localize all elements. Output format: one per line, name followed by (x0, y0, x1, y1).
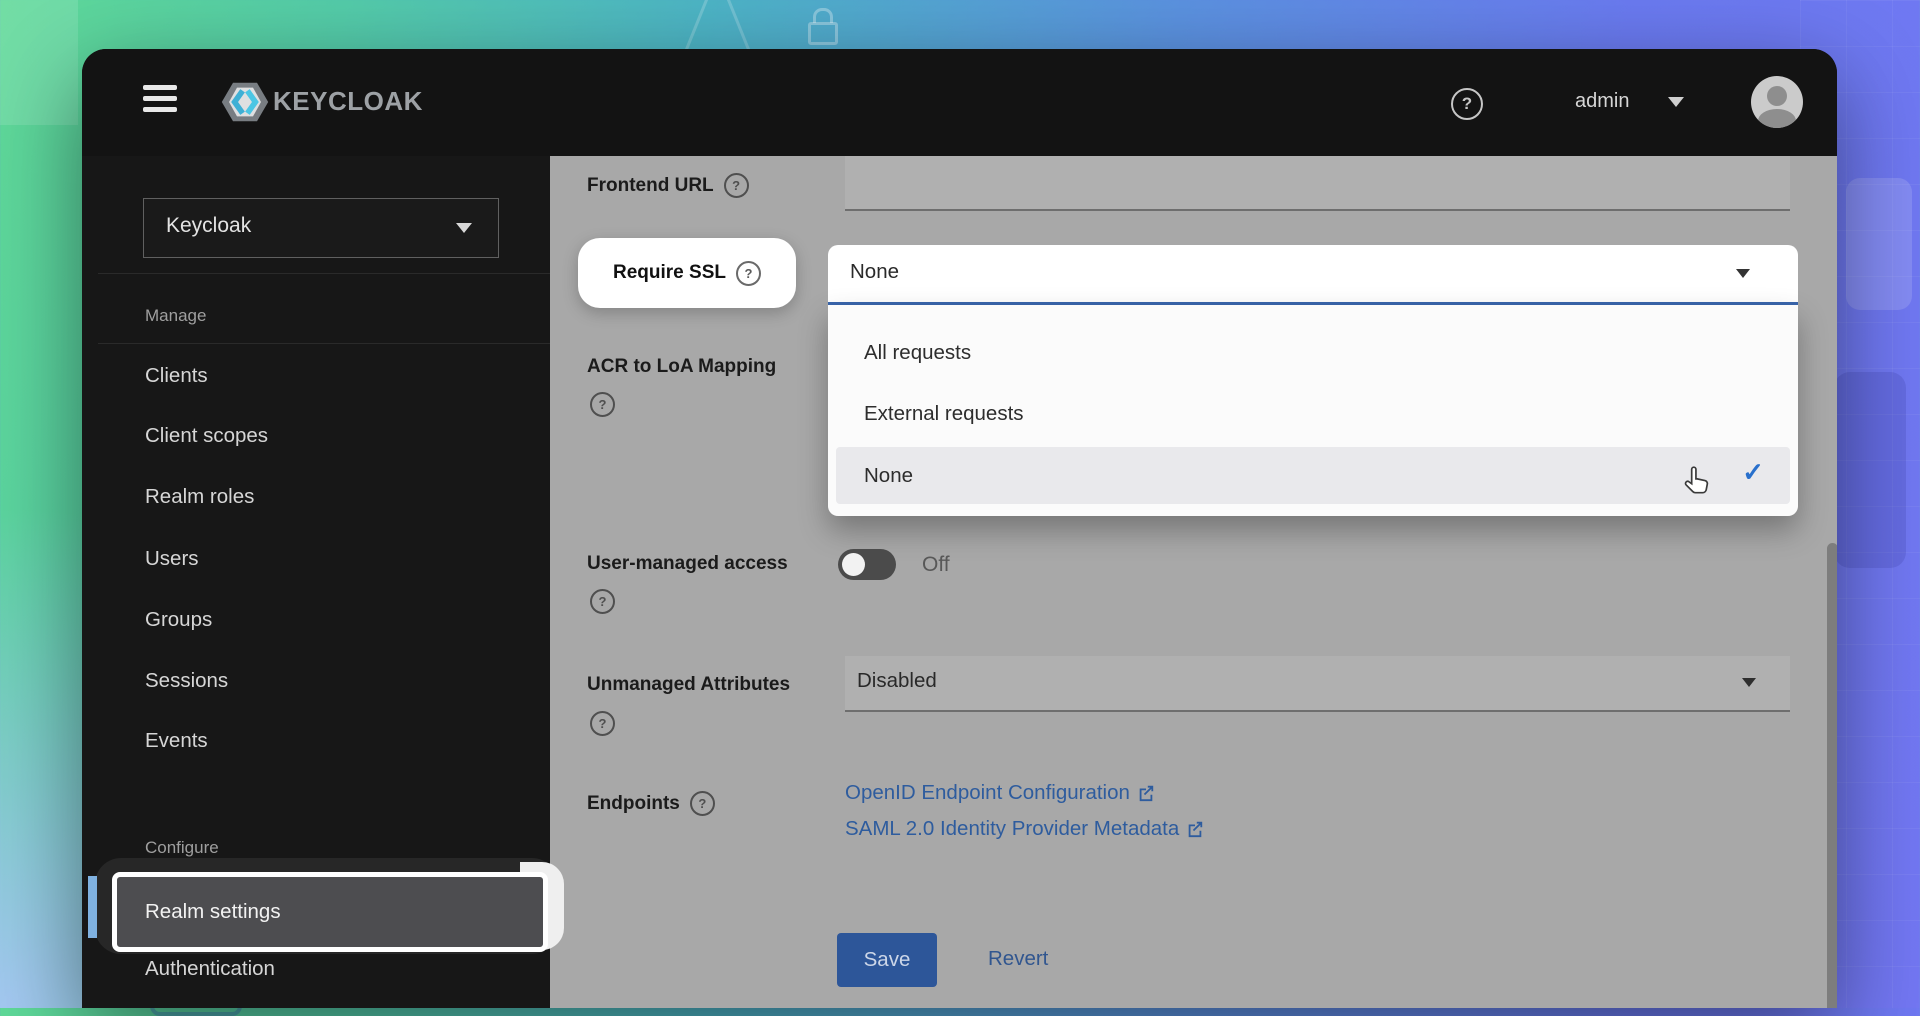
keycloak-logo-icon (221, 77, 269, 127)
chevron-down-icon (1742, 678, 1756, 687)
help-icon[interactable]: ? (736, 261, 761, 286)
nav-section-configure: Configure (145, 838, 219, 858)
help-icon[interactable]: ? (590, 392, 615, 417)
scrollbar-thumb[interactable] (1827, 543, 1837, 1008)
openid-endpoint-link[interactable]: OpenID Endpoint Configuration (845, 781, 1155, 805)
require-ssl-select-toggle[interactable]: None (828, 245, 1798, 302)
sidebar-item-users[interactable]: Users (145, 547, 199, 571)
frontend-url-label-row: Frontend URL ? (587, 173, 749, 198)
desktop-background: KEYCLOAK ? admin Keycloak Manage Clients… (0, 0, 1920, 1008)
require-ssl-select-value: None (850, 260, 899, 284)
sidebar-item-label: Realm settings (145, 900, 281, 924)
sidebar-item-realm-roles[interactable]: Realm roles (145, 485, 254, 509)
realm-selector[interactable]: Keycloak (143, 198, 499, 258)
lock-icon (808, 22, 838, 45)
cursor-pointer-icon (1680, 463, 1714, 499)
help-icon[interactable]: ? (690, 791, 715, 816)
user-menu[interactable]: admin (1575, 90, 1629, 113)
chevron-down-icon (456, 223, 472, 233)
sidebar-item-authentication[interactable]: Authentication (145, 957, 275, 981)
sidebar-item-client-scopes[interactable]: Client scopes (145, 424, 268, 448)
sidebar-item-sessions[interactable]: Sessions (145, 669, 228, 693)
option-external-requests[interactable]: External requests (836, 386, 1790, 442)
external-link-icon (1137, 784, 1155, 802)
user-managed-access-label: User-managed access (587, 553, 788, 575)
toggle-state-label: Off (922, 553, 950, 577)
require-ssl-label-highlight: Require SSL ? (578, 238, 796, 308)
endpoints-label: Endpoints (587, 793, 680, 815)
lock-icon (813, 8, 833, 23)
help-icon[interactable]: ? (590, 711, 615, 736)
endpoints-label-row: Endpoints ? (587, 791, 715, 816)
bg-shape (1846, 178, 1912, 310)
chevron-down-icon (1736, 269, 1750, 278)
nav-section-manage: Manage (145, 306, 206, 326)
save-button[interactable]: Save (837, 933, 937, 987)
saml-metadata-link[interactable]: SAML 2.0 Identity Provider Metadata (845, 817, 1204, 841)
divider (98, 273, 550, 274)
check-icon: ✓ (1742, 457, 1764, 488)
sidebar-item-events[interactable]: Events (145, 729, 208, 753)
bg-green-strip (0, 0, 78, 125)
help-icon[interactable]: ? (1451, 88, 1483, 120)
realm-selector-value: Keycloak (166, 214, 251, 238)
active-nav-accent-bar (88, 876, 97, 938)
help-icon[interactable]: ? (590, 589, 615, 614)
sidebar-item-realm-settings[interactable]: Realm settings (112, 872, 548, 952)
brand-title: KEYCLOAK (273, 86, 423, 117)
divider (98, 343, 550, 344)
acr-label: ACR to LoA Mapping (587, 356, 776, 378)
require-ssl-label: Require SSL (613, 262, 726, 284)
require-ssl-options-menu: All requests External requests None ✓ (828, 305, 1798, 516)
frontend-url-label: Frontend URL (587, 175, 714, 197)
avatar[interactable] (1751, 76, 1803, 128)
unmanaged-attributes-value: Disabled (857, 669, 937, 693)
toggle-knob (842, 553, 865, 576)
help-icon[interactable]: ? (724, 173, 749, 198)
chevron-down-icon[interactable] (1668, 97, 1684, 107)
sidebar-item-groups[interactable]: Groups (145, 608, 212, 632)
frontend-url-input[interactable] (845, 156, 1790, 211)
unmanaged-attributes-label: Unmanaged Attributes (587, 674, 790, 696)
user-managed-access-toggle[interactable] (838, 549, 896, 580)
option-all-requests[interactable]: All requests (836, 325, 1790, 381)
app-window: KEYCLOAK ? admin Keycloak Manage Clients… (82, 49, 1837, 1008)
external-link-icon (1186, 820, 1204, 838)
revert-button[interactable]: Revert (988, 947, 1048, 971)
option-none-selected[interactable]: None ✓ (836, 447, 1790, 504)
unmanaged-attributes-select[interactable]: Disabled (845, 656, 1790, 712)
bg-shape (1834, 372, 1906, 568)
hamburger-menu-icon[interactable] (143, 85, 177, 115)
sidebar-item-clients[interactable]: Clients (145, 364, 208, 388)
